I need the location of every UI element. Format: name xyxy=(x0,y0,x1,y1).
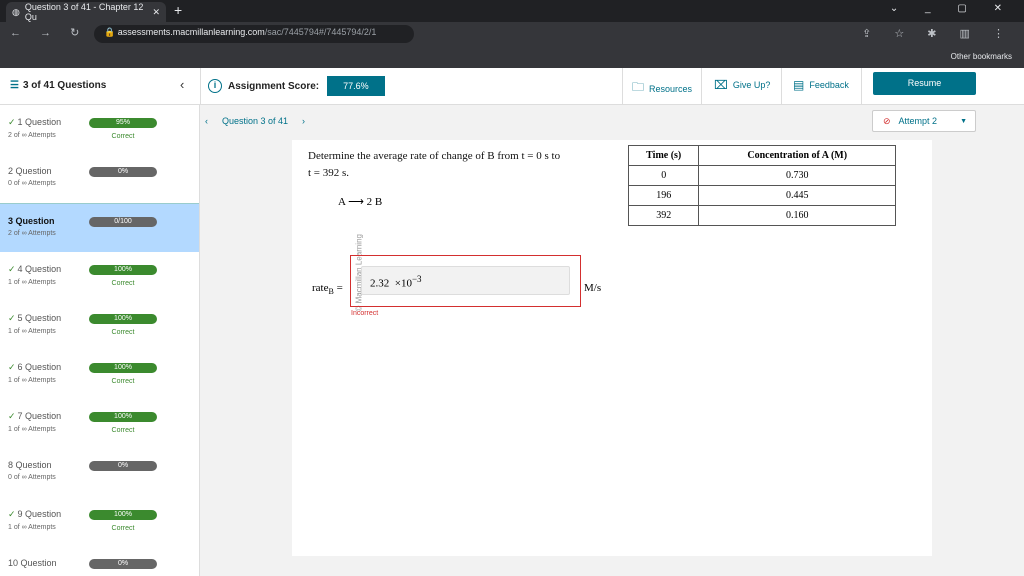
check-circle-icon: ✓ xyxy=(8,117,16,127)
table-row: 392 0.160 xyxy=(627,205,896,226)
score-bar: 0% xyxy=(89,461,157,471)
rate-label: rateB = xyxy=(312,282,343,297)
score-bar: 100% xyxy=(89,314,157,324)
question-sidebar: ✓ 1 Question 2 of ∞ Attempts 95% Correct 2… xyxy=(0,105,200,576)
browser-tab-bar: ◍ Question 3 of 41 - Chapter 12 Qu ✕ + ⌄ _… xyxy=(0,0,1024,22)
collapse-sidebar-button[interactable]: ‹ xyxy=(180,77,184,92)
score-bar: 0% xyxy=(89,559,157,569)
feedback-status: Incorrect xyxy=(351,310,379,317)
score-bar: 100% xyxy=(89,412,157,422)
sidebar-question-item[interactable]: ✓ 4 Question 1 of ∞ Attempts 100% Correct xyxy=(0,252,199,301)
sidebar-question-item[interactable]: 8 Question 0 of ∞ Attempts 0% xyxy=(0,448,199,497)
url-field[interactable]: 🔒 assessments.macmillanlearning.com/sac/… xyxy=(94,25,414,43)
score-bar: 100% xyxy=(89,510,157,520)
score-badge: 77.6% xyxy=(327,76,385,96)
check-circle-icon: ✓ xyxy=(8,362,16,372)
data-table: Time (s) Concentration of A (M) 0 0.730 19… xyxy=(627,145,896,226)
bookmarks-bar[interactable]: Other bookmarks xyxy=(0,46,1024,68)
check-circle-icon: ✓ xyxy=(8,264,16,274)
table-row: 196 0.445 xyxy=(627,185,896,206)
app-header: ☰ 3 of 41 Questions ‹ i Assignment Score: 7… xyxy=(0,68,1024,105)
status-label: Correct xyxy=(111,329,135,336)
globe-icon: ◍ xyxy=(12,6,20,17)
sidebar-question-item[interactable]: ✓ 1 Question 2 of ∞ Attempts 95% Correct xyxy=(0,105,199,154)
close-tab-icon[interactable]: ✕ xyxy=(152,7,160,18)
resume-button[interactable]: Resume xyxy=(873,72,976,95)
attempt-dropdown[interactable]: ⊘ Attempt 2 ▼ xyxy=(872,110,976,132)
check-circle-icon: ✓ xyxy=(8,411,16,421)
sidebar-question-item[interactable]: ✓ 6 Question 1 of ∞ Attempts 100% Correct xyxy=(0,350,199,399)
give-up-icon: ⌧ xyxy=(714,78,728,92)
check-circle-icon: ✓ xyxy=(8,313,16,323)
status-label: Correct xyxy=(111,427,135,434)
table-row: 0 0.730 xyxy=(627,165,896,186)
resources-button[interactable]: 🗀 Resources xyxy=(632,78,692,99)
reaction: A ⟶ 2 B xyxy=(338,196,383,208)
score-bar: 95% xyxy=(89,118,157,128)
prev-question-button[interactable]: ‹ xyxy=(205,116,208,126)
address-bar-row: ← → ↻ ⌂ 🔒 assessments.macmillanlearning.… xyxy=(0,22,1024,46)
assignment-score: i Assignment Score: 77.6% xyxy=(208,76,385,96)
question-count: ☰ 3 of 41 Questions xyxy=(10,80,107,91)
status-label: Correct xyxy=(111,525,135,532)
feedback-icon: ▤ xyxy=(793,78,805,92)
list-icon: ☰ xyxy=(10,80,19,91)
question-card: © Macmillan Learning Determine the avera… xyxy=(292,140,932,556)
feedback-button[interactable]: ▤ Feedback xyxy=(793,78,849,92)
score-bar: 100% xyxy=(89,363,157,373)
prohibited-icon: ⊘ xyxy=(883,115,891,126)
give-up-button[interactable]: ⌧ Give Up? xyxy=(714,78,770,92)
sidebar-question-item[interactable]: ✓ 5 Question 1 of ∞ Attempts 100% Correct xyxy=(0,301,199,350)
unit-label: M/s xyxy=(584,282,602,294)
window-controls[interactable]: ⌄ _ ▢ ✕ xyxy=(890,3,1014,14)
answer-box: 2.32 ×10−3 xyxy=(350,255,581,307)
toolbar-icons[interactable]: ⇪ ☆ ✱ ▥ ⋮ xyxy=(862,27,1014,40)
browser-tab[interactable]: ◍ Question 3 of 41 - Chapter 12 Qu ✕ xyxy=(6,2,166,22)
score-bar: 0/100 xyxy=(89,217,157,227)
sidebar-question-item[interactable]: 3 Question 2 of ∞ Attempts 0/100 xyxy=(0,203,199,252)
status-label: Correct xyxy=(111,133,135,140)
status-label: Correct xyxy=(111,378,135,385)
folder-icon: 🗀 xyxy=(632,80,645,94)
answer-input[interactable]: 2.32 ×10−3 xyxy=(361,266,570,295)
check-circle-icon: ✓ xyxy=(8,509,16,519)
score-bar: 100% xyxy=(89,265,157,275)
question-prompt: Determine the average rate of change of … xyxy=(308,150,561,179)
sidebar-question-item[interactable]: 2 Question 0 of ∞ Attempts 0% xyxy=(0,154,199,203)
new-tab-button[interactable]: + xyxy=(174,2,182,18)
next-question-button[interactable]: › xyxy=(302,116,305,126)
score-bar: 0% xyxy=(89,167,157,177)
sidebar-question-item[interactable]: ✓ 9 Question 1 of ∞ Attempts 100% Correct xyxy=(0,497,199,546)
caret-down-icon: ▼ xyxy=(960,117,967,125)
status-label: Correct xyxy=(111,280,135,287)
info-icon[interactable]: i xyxy=(208,79,222,93)
question-nav: ‹ Question 3 of 41 › xyxy=(205,116,306,126)
sidebar-question-item[interactable]: 10 Question 0% xyxy=(0,546,199,576)
sidebar-question-item[interactable]: ✓ 7 Question 1 of ∞ Attempts 100% Correct xyxy=(0,399,199,448)
